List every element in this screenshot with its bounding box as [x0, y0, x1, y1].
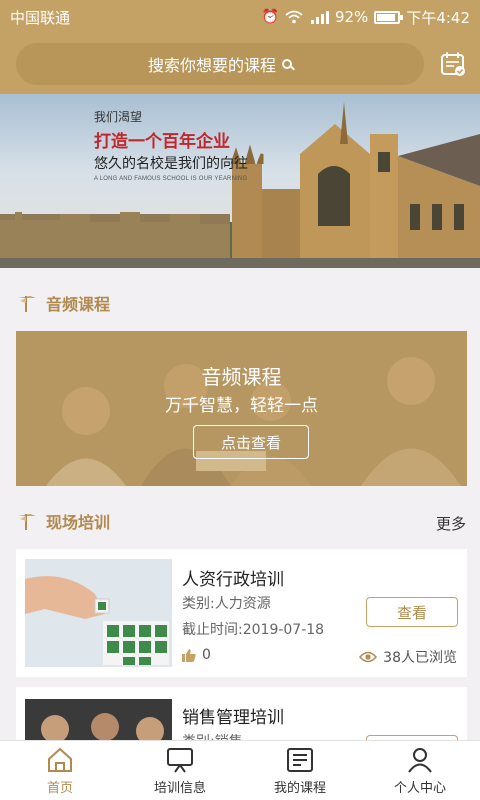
training-deadline: 截止时间:2019-07-18: [182, 622, 325, 638]
tab-home[interactable]: 首页: [0, 741, 120, 800]
courses-icon: [287, 748, 313, 772]
clock: 下午4:42: [406, 8, 470, 27]
tab-profile[interactable]: 个人中心: [360, 741, 480, 800]
likes[interactable]: 0: [182, 647, 211, 663]
status-bar: 中国联通 ⏰ 92% 下午4:42: [0, 0, 480, 34]
banner-line1: 我们渴望: [94, 110, 143, 124]
carrier-label: 中国联通: [10, 8, 71, 27]
audio-course-card[interactable]: 音频课程 万千智慧，轻轻一点 点击查看: [16, 331, 467, 486]
search-icon: [282, 59, 292, 69]
tab-my-courses[interactable]: 我的课程: [240, 741, 360, 800]
banner-headline: 打造一个百年企业: [94, 132, 230, 151]
alarm-icon: ⏰: [261, 9, 279, 25]
search-placeholder: 搜索你想要的课程: [147, 56, 276, 75]
status-indicators: ⏰ 92% 下午4:42: [262, 7, 470, 28]
training-card[interactable]: 销售管理培训 类别:销售 查看: [16, 687, 467, 740]
audio-section-header: 音频课程: [16, 291, 110, 315]
audio-card-title: 音频课程: [201, 365, 282, 389]
training-name: 人资行政培训: [182, 570, 284, 590]
tab-label: 我的课程: [273, 781, 326, 796]
more-link[interactable]: 更多: [436, 513, 466, 534]
hr-training-thumbnail: [25, 559, 172, 667]
training-category: 类别:销售: [182, 731, 243, 740]
tab-training-info[interactable]: 培训信息: [120, 741, 240, 800]
audio-section-title: 音频课程: [46, 295, 111, 314]
search-bar[interactable]: 搜索你想要的课程: [16, 43, 424, 85]
audio-card-subtitle: 万千智慧，轻轻一点: [165, 396, 318, 416]
section-mark-icon: [18, 296, 36, 312]
promo-banner[interactable]: 我们渴望 打造一个百年企业 悠久的名校是我们的向往 A LONG AND FAM…: [0, 94, 480, 268]
presentation-icon: [167, 748, 193, 773]
bottom-tab-bar: 首页 培训信息 我的课程 个人中心: [0, 740, 480, 800]
tab-label: 首页: [46, 781, 73, 796]
banner-text: 我们渴望 打造一个百年企业 悠久的名校是我们的向往 A LONG AND FAM…: [94, 108, 248, 182]
battery-icon: [374, 10, 404, 24]
home-icon: [48, 747, 72, 772]
tab-label: 培训信息: [153, 781, 206, 796]
battery-percent: 92%: [334, 8, 369, 26]
training-name: 销售管理培训: [182, 708, 284, 728]
training-card[interactable]: 人资行政培训 类别:人力资源 截止时间:2019-07-18 0 查看 38人已…: [16, 549, 467, 677]
view-count: 38人已浏览: [359, 647, 457, 667]
training-section-header: 现场培训: [16, 509, 110, 533]
view-button[interactable]: 查看: [366, 597, 458, 627]
sales-training-thumbnail: [25, 699, 172, 740]
signal-icon: [310, 11, 329, 24]
section-mark-icon: [18, 514, 36, 530]
wifi-icon: [285, 10, 303, 24]
battery-fill: [377, 13, 396, 21]
calendar-check-icon[interactable]: [440, 51, 466, 77]
header: 搜索你想要的课程: [0, 34, 480, 94]
eye-icon: [359, 651, 378, 663]
banner-slogan: 悠久的名校是我们的向往: [94, 155, 248, 171]
thumbs-up-icon: [182, 649, 196, 662]
banner-english: A LONG AND FAMOUS SCHOOL IS OUR YEARNING: [94, 176, 248, 182]
views-label: 38人已浏览: [383, 650, 457, 666]
user-icon: [408, 748, 432, 773]
tab-label: 个人中心: [393, 781, 446, 796]
training-category: 类别:人力资源: [182, 596, 271, 612]
likes-count: 0: [202, 647, 211, 663]
view-audio-button[interactable]: 点击查看: [193, 425, 309, 459]
training-section-title: 现场培训: [46, 513, 111, 532]
